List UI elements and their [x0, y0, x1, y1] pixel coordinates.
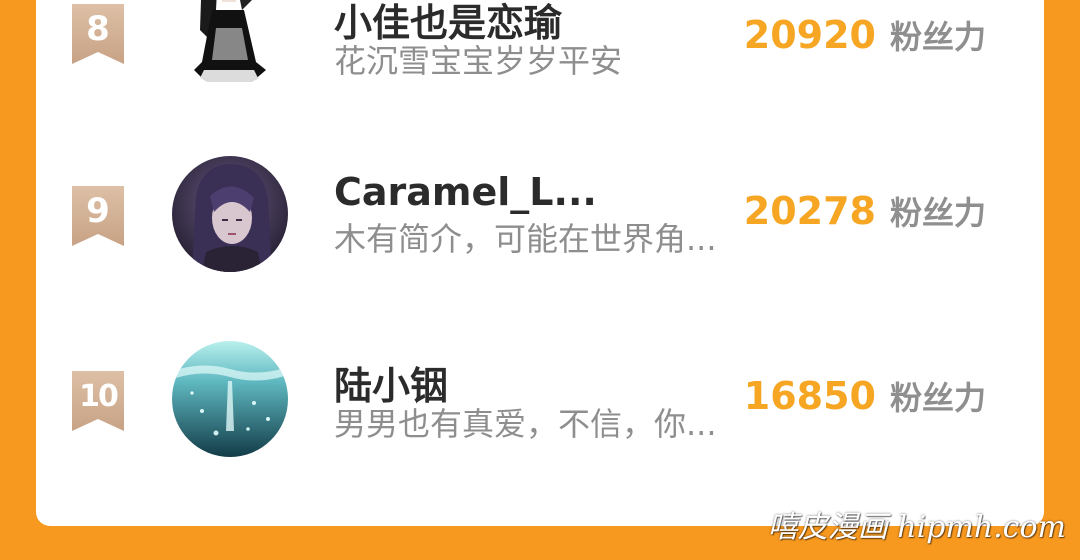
avatar-purple-hair-icon — [172, 156, 288, 272]
fan-power: 20278 粉丝力 — [744, 188, 986, 234]
rank-number: 10 — [79, 378, 119, 414]
fan-power-value: 20920 — [743, 13, 876, 57]
avatar-girl-dress-icon — [172, 0, 288, 86]
fan-power-value: 20278 — [743, 189, 876, 233]
rank-badge: 10 — [72, 371, 124, 431]
avatar[interactable] — [172, 341, 288, 457]
fan-power-unit: 粉丝力 — [889, 194, 986, 232]
rank-badge: 8 — [72, 4, 124, 64]
rank-number: 9 — [86, 191, 110, 231]
user-bio: 花沉雪宝宝岁岁平安 — [334, 42, 623, 80]
fan-power-unit: 粉丝力 — [889, 18, 986, 56]
watermark: 嘻皮漫画 hipmh.com — [767, 510, 1066, 545]
fan-power: 16850 粉丝力 — [744, 373, 986, 419]
avatar-underwater-icon — [172, 341, 288, 457]
fan-power-unit: 粉丝力 — [889, 379, 986, 417]
user-name[interactable]: Caramel_L... — [334, 170, 597, 214]
list-item[interactable]: 9 Caramel_L... 木有简介，可能在世界角... 20278 粉丝力 — [36, 150, 1044, 280]
rank-badge: 9 — [72, 186, 124, 246]
fan-power: 20920 粉丝力 — [744, 12, 986, 58]
user-bio: 木有简介，可能在世界角... — [334, 220, 717, 258]
user-bio: 男男也有真爱，不信，你... — [334, 405, 717, 443]
fan-power-value: 16850 — [743, 374, 876, 418]
list-item[interactable]: 8 小佳也是恋瑜 花沉雪宝宝岁岁平安 20920 粉丝力 — [36, 0, 1044, 100]
ranking-card: 8 小佳也是恋瑜 花沉雪宝宝岁岁平安 20920 粉丝力 9 Caramel_L… — [36, 0, 1044, 526]
avatar[interactable] — [172, 156, 288, 272]
rank-number: 8 — [86, 9, 110, 49]
list-item[interactable]: 10 陆小铟 男男也有真爱，不信，你... 16850 粉丝力 — [36, 335, 1044, 465]
avatar[interactable] — [172, 0, 288, 86]
